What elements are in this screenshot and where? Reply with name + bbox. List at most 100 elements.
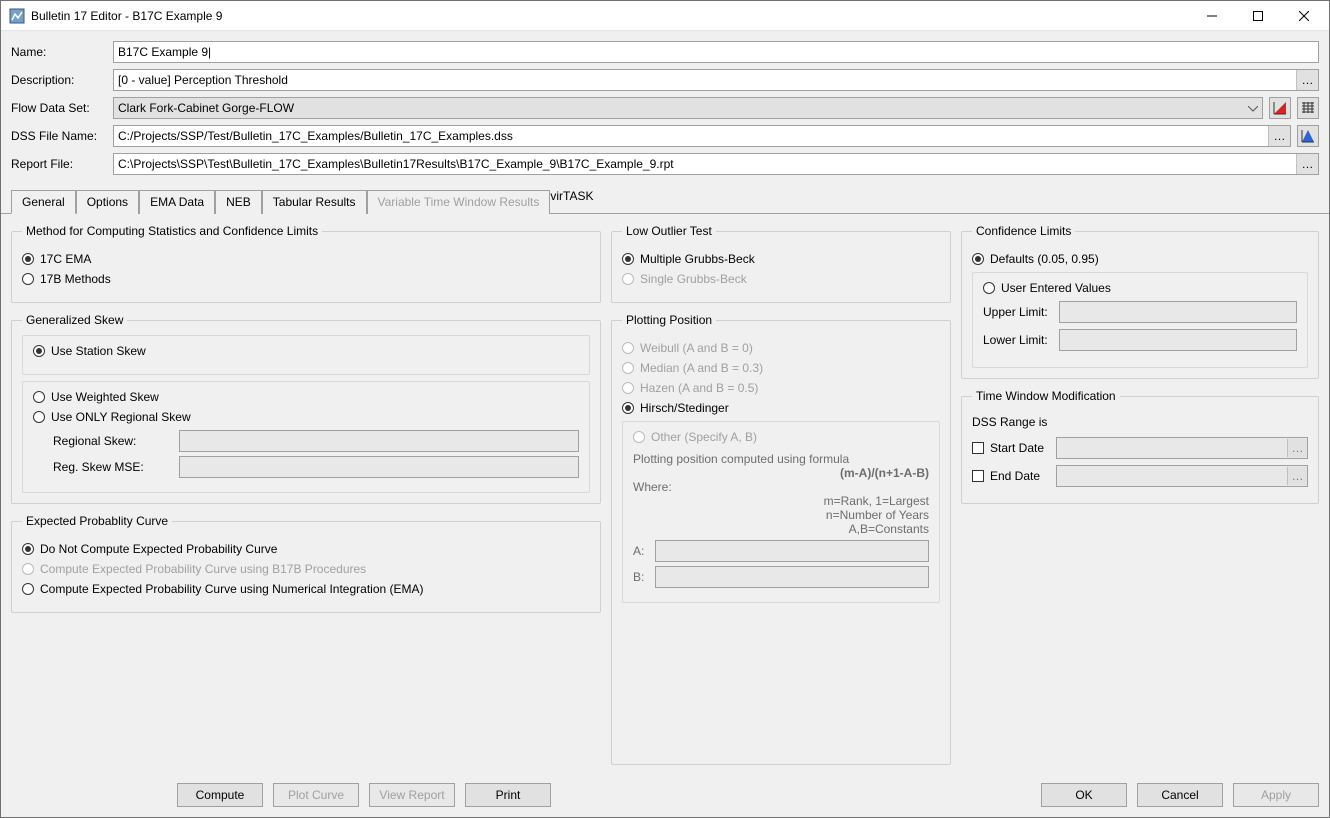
dss-range-label: DSS Range is	[972, 415, 1308, 429]
app-icon	[9, 8, 25, 24]
triangle-plot-icon	[1272, 100, 1288, 116]
name-input[interactable]: B17C Example 9	[113, 41, 1319, 63]
plotting-position-group: Plotting Position Weibull (A and B = 0) …	[611, 313, 951, 765]
description-more-button[interactable]: …	[1296, 70, 1318, 90]
window-controls	[1189, 1, 1327, 30]
print-button[interactable]: Print	[465, 783, 551, 807]
radio-single-grubbs-beck	[622, 273, 634, 285]
ok-button[interactable]: OK	[1041, 783, 1127, 807]
a-label: A:	[633, 544, 649, 558]
radio-hazen	[622, 382, 634, 394]
radio-hirsch-stedinger[interactable]	[622, 402, 634, 414]
checkbox-end-date[interactable]	[972, 470, 984, 482]
dist-plot-icon	[1300, 128, 1316, 144]
tab-options[interactable]: Options	[76, 190, 139, 214]
start-date-picker-button: …	[1287, 439, 1307, 457]
title-bar: Bulletin 17 Editor - B17C Example 9	[1, 1, 1329, 31]
start-date-label: Start Date	[990, 441, 1050, 455]
reg-skew-mse-input	[179, 456, 579, 478]
plot-data-button[interactable]	[1269, 97, 1291, 119]
close-button[interactable]	[1281, 1, 1327, 30]
end-date-input: …	[1056, 465, 1308, 487]
plot-curve-button: Plot Curve	[273, 783, 359, 807]
radio-other-ab	[633, 431, 645, 443]
dss-file-label: DSS File Name:	[11, 129, 107, 143]
b-label: B:	[633, 570, 649, 584]
view-report-button: View Report	[369, 783, 455, 807]
start-date-input: …	[1056, 437, 1308, 459]
low-outlier-group: Low Outlier Test Multiple Grubbs-Beck Si…	[611, 224, 951, 303]
plotting-where: Where:	[633, 480, 929, 494]
radio-17c-ema[interactable]	[22, 253, 34, 265]
regional-skew-input	[179, 430, 579, 452]
header-form: Name: B17C Example 9 Description: [0 - v…	[1, 31, 1329, 185]
radio-confidence-defaults[interactable]	[972, 253, 984, 265]
radio-17b-methods[interactable]	[22, 273, 34, 285]
expected-legend: Expected Probablity Curve	[22, 514, 172, 528]
low-outlier-legend: Low Outlier Test	[622, 224, 716, 238]
plotting-line-m: m=Rank, 1=Largest	[633, 494, 929, 508]
tab-bar: General Options EMA Data NEB Tabular Res…	[1, 189, 1329, 214]
confidence-user-subgroup: User Entered Values Upper Limit: Lower L…	[972, 272, 1308, 368]
radio-median	[622, 362, 634, 374]
radio-confidence-user[interactable]	[983, 282, 995, 294]
radio-use-weighted-skew[interactable]	[33, 391, 45, 403]
flow-data-set-combo[interactable]: Clark Fork-Cabinet Gorge-FLOW	[113, 97, 1263, 119]
tab-neb[interactable]: NEB	[215, 190, 262, 214]
method-legend: Method for Computing Statistics and Conf…	[22, 224, 322, 238]
radio-compute-expected-b17b	[22, 563, 34, 575]
end-date-picker-button: …	[1287, 467, 1307, 485]
dss-file-input[interactable]: C:/Projects/SSP/Test/Bulletin_17C_Exampl…	[113, 125, 1291, 147]
minimize-button[interactable]	[1189, 1, 1235, 30]
table-icon	[1300, 100, 1316, 116]
confidence-limits-group: Confidence Limits Defaults (0.05, 0.95) …	[961, 224, 1319, 379]
radio-use-only-regional-skew[interactable]	[33, 411, 45, 423]
plotting-line-n: n=Number of Years	[633, 508, 929, 522]
time-window-legend: Time Window Modification	[972, 389, 1120, 403]
method-group: Method for Computing Statistics and Conf…	[11, 224, 601, 303]
plotting-other-subgroup: Other (Specify A, B) Plotting position c…	[622, 421, 940, 603]
plotting-legend: Plotting Position	[622, 313, 716, 327]
description-input[interactable]: [0 - value] Perception Threshold …	[113, 69, 1319, 91]
tab-tabular-results[interactable]: Tabular Results	[262, 190, 367, 214]
window-title: Bulletin 17 Editor - B17C Example 9	[31, 9, 1189, 23]
tab-variable-time-window-results: Variable Time Window Results	[367, 190, 551, 214]
confidence-legend: Confidence Limits	[972, 224, 1075, 238]
compute-button[interactable]: Compute	[177, 783, 263, 807]
radio-do-not-compute-expected[interactable]	[22, 543, 34, 555]
plotting-line-ab: A,B=Constants	[633, 522, 929, 536]
bulletin-17-editor-window: Bulletin 17 Editor - B17C Example 9 Name…	[0, 0, 1330, 818]
radio-weibull	[622, 342, 634, 354]
radio-use-station-skew[interactable]	[33, 345, 45, 357]
radio-compute-expected-ema[interactable]	[22, 583, 34, 595]
maximize-button[interactable]	[1235, 1, 1281, 30]
tabulate-data-button[interactable]	[1297, 97, 1319, 119]
footer-buttons: Compute Plot Curve View Report Print OK …	[1, 775, 1329, 817]
dss-browse-button[interactable]: …	[1268, 126, 1290, 146]
dss-plot-button[interactable]	[1297, 125, 1319, 147]
report-file-label: Report File:	[11, 157, 107, 171]
flow-data-set-label: Flow Data Set:	[11, 101, 107, 115]
skew-legend: Generalized Skew	[22, 313, 127, 327]
name-label: Name:	[11, 45, 107, 59]
cancel-button[interactable]: Cancel	[1137, 783, 1223, 807]
time-window-group: Time Window Modification DSS Range is St…	[961, 389, 1319, 504]
generalized-skew-group: Generalized Skew Use Station Skew Use We…	[11, 313, 601, 504]
chevron-down-icon	[1248, 101, 1258, 115]
tab-ema-data[interactable]: EMA Data	[139, 190, 215, 214]
description-label: Description:	[11, 73, 107, 87]
apply-button: Apply	[1233, 783, 1319, 807]
checkbox-start-date[interactable]	[972, 442, 984, 454]
tab-content-general: Method for Computing Statistics and Conf…	[1, 214, 1329, 775]
a-input	[655, 540, 929, 562]
tab-general[interactable]: General	[11, 190, 76, 214]
end-date-label: End Date	[990, 469, 1050, 483]
radio-multiple-grubbs-beck[interactable]	[622, 253, 634, 265]
reg-skew-mse-label: Reg. Skew MSE:	[53, 460, 173, 474]
report-browse-button[interactable]: …	[1296, 154, 1318, 174]
b-input	[655, 566, 929, 588]
plotting-formula: (m-A)/(n+1-A-B)	[633, 466, 929, 480]
expected-probability-group: Expected Probablity Curve Do Not Compute…	[11, 514, 601, 613]
regional-skew-label: Regional Skew:	[53, 434, 173, 448]
report-file-input[interactable]: C:\Projects\SSP\Test\Bulletin_17C_Exampl…	[113, 153, 1319, 175]
